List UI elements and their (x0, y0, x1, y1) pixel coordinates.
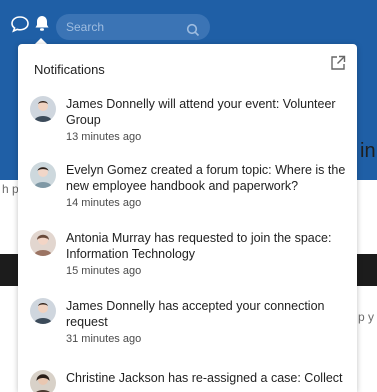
search-icon (186, 20, 200, 37)
notification-text: Antonia Murray has requested to join the… (66, 231, 332, 261)
notification-text: James Donnelly will attend your event: V… (66, 97, 336, 127)
avatar (30, 370, 56, 392)
avatar (30, 298, 56, 324)
notification-time: 31 minutes ago (66, 333, 142, 345)
notification-time: 15 minutes ago (66, 265, 142, 277)
avatar (30, 96, 56, 122)
notification-text: Evelyn Gomez created a forum topic: Wher… (66, 163, 346, 193)
background-text-left: h p (2, 182, 19, 196)
bell-icon[interactable] (32, 14, 52, 34)
background-text-right-2: p y (358, 310, 375, 324)
avatar (30, 162, 56, 188)
notifications-title: Notifications (34, 62, 105, 77)
chat-icon[interactable] (10, 14, 30, 34)
background-text-right-1: in (360, 140, 376, 162)
top-bar: Search (0, 0, 377, 40)
avatar (30, 230, 56, 256)
open-external-icon[interactable] (329, 54, 347, 72)
notifications-popover: Notifications James Donnelly will attend… (18, 44, 357, 392)
notification-text: Christine Jackson has re-assigned a case… (66, 371, 343, 385)
search-placeholder: Search (66, 20, 105, 34)
search-input[interactable]: Search (56, 14, 210, 40)
notification-text: James Donnelly has accepted your connect… (66, 299, 325, 329)
notification-time: 14 minutes ago (66, 197, 142, 209)
notification-time: 13 minutes ago (66, 131, 142, 143)
